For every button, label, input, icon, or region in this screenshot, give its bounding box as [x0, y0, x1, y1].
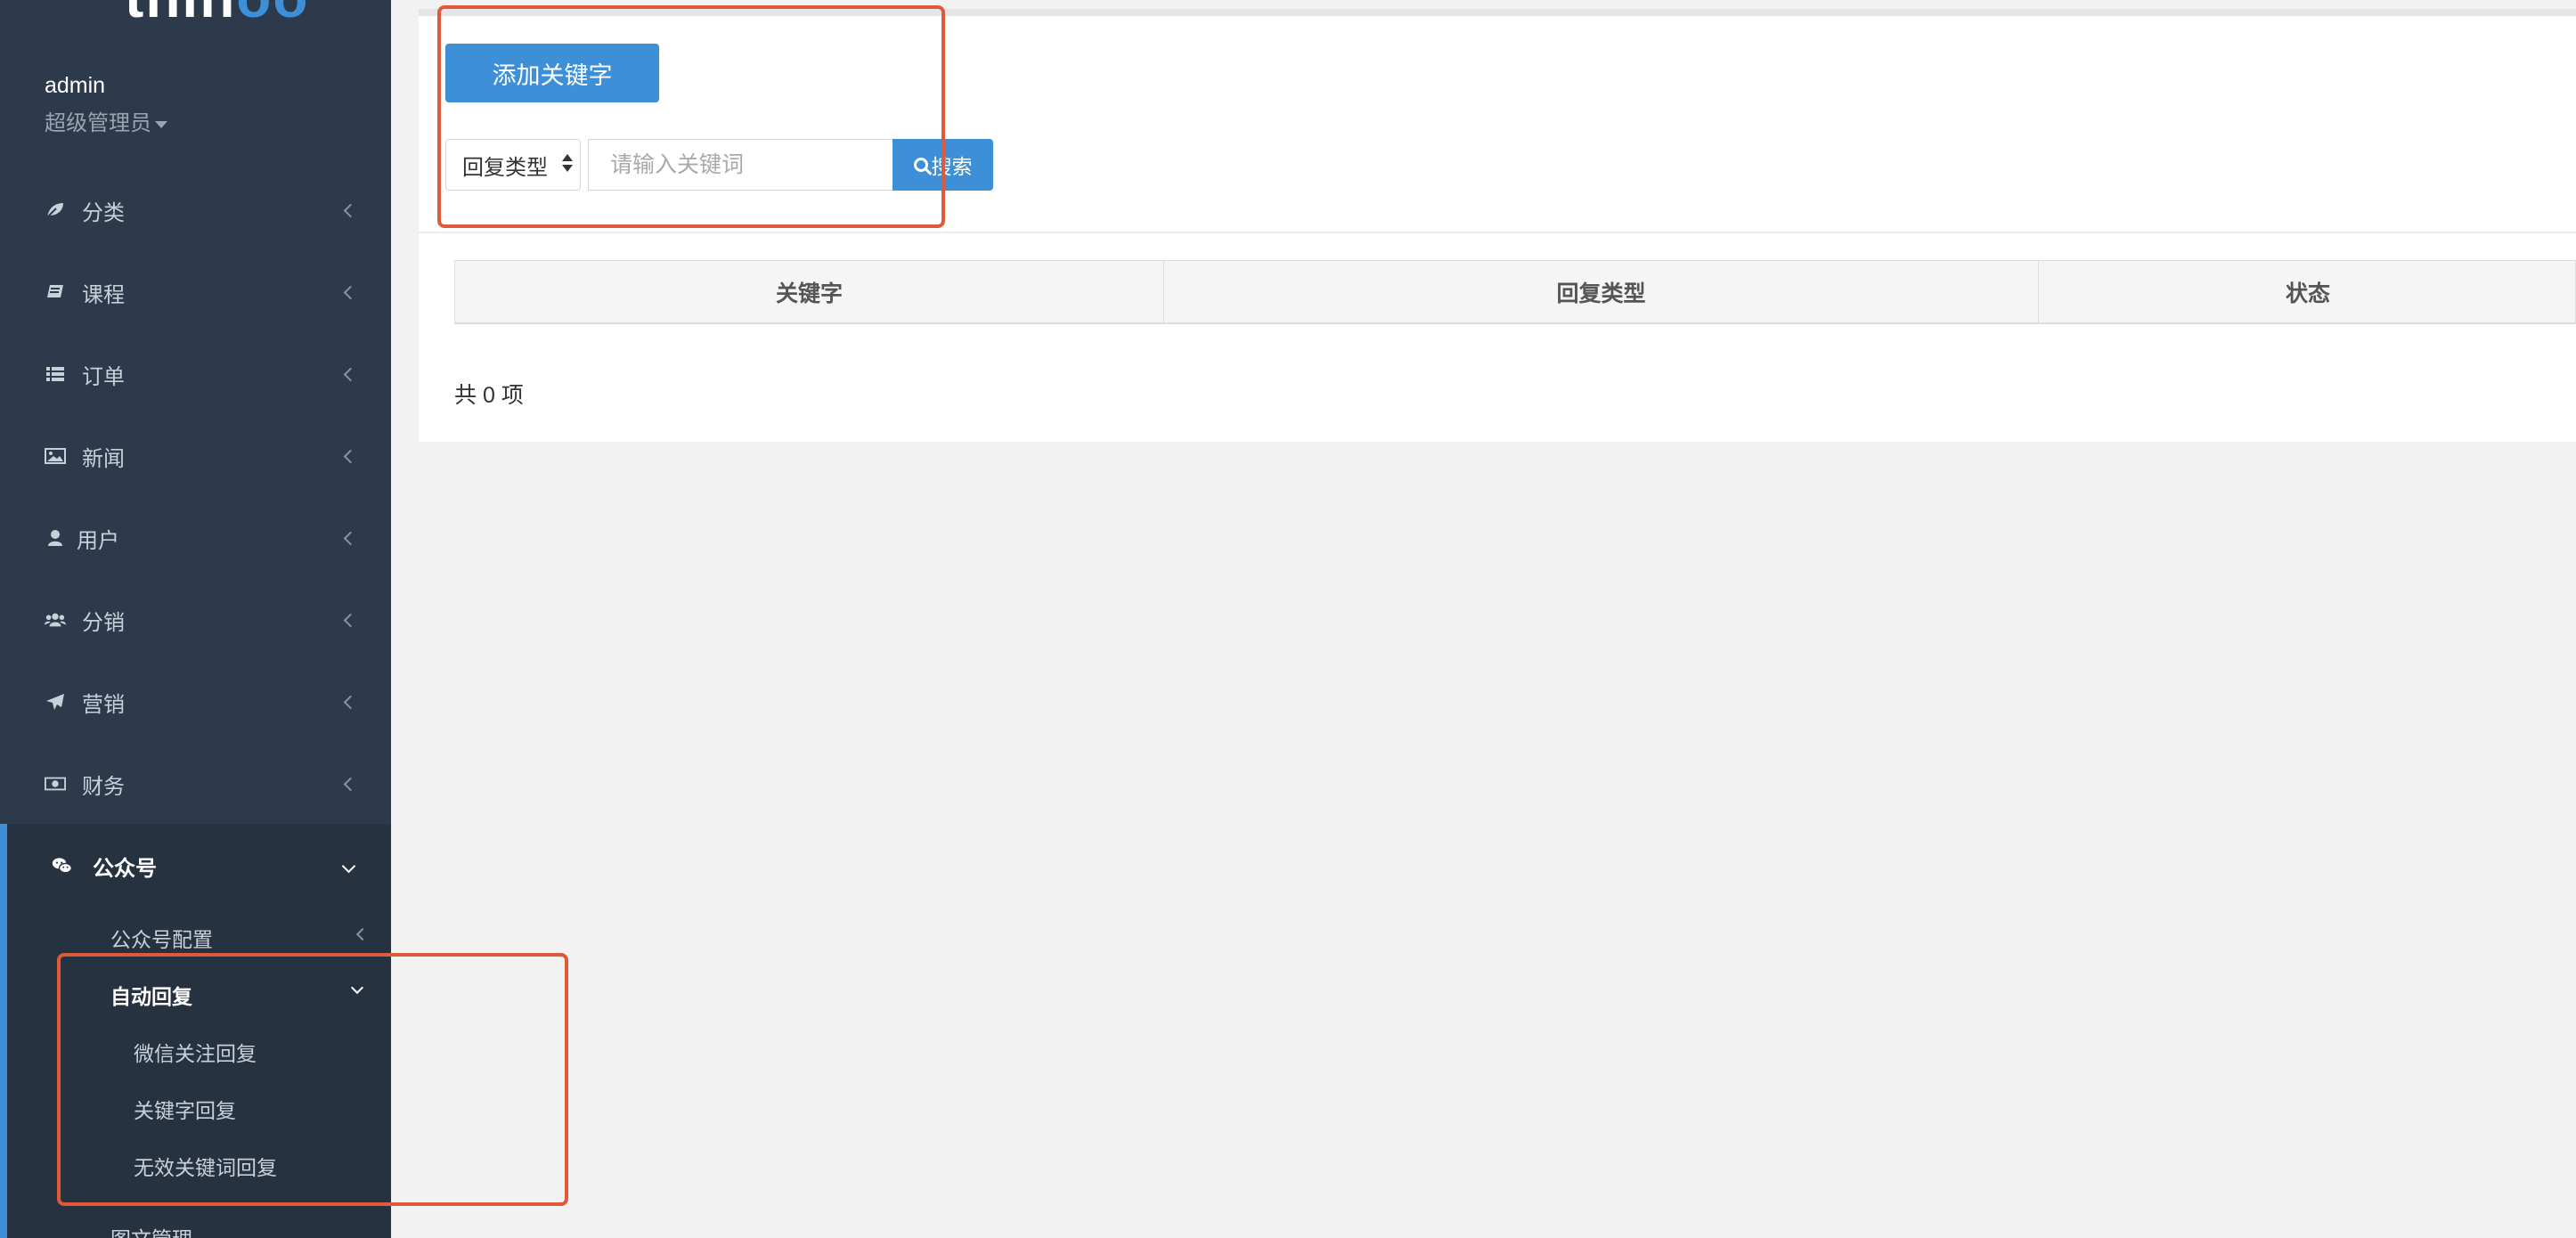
app-logo[interactable]: thinoo — [125, 0, 309, 30]
sidebar-item-label: 课程 — [82, 282, 125, 307]
column-header-reply-type[interactable]: 回复类型 — [1164, 261, 2039, 323]
chevron-left-icon — [343, 449, 358, 463]
sidebar-item-distribution[interactable]: 分销 — [0, 593, 391, 647]
user-icon — [45, 527, 66, 549]
sidebar-item-order[interactable]: 订单 — [0, 347, 391, 401]
search-icon — [913, 158, 928, 172]
sidebar-item-label: 财务 — [82, 774, 125, 799]
sidebar-subitem-articles[interactable]: 图文管理 — [110, 1222, 192, 1238]
sidebar-item-course[interactable]: 课程 — [0, 265, 391, 319]
sidebar-item-category[interactable]: 分类 — [0, 183, 391, 237]
select-arrows-icon — [562, 154, 573, 172]
sidebar-item-finance[interactable]: 财务 — [0, 757, 391, 810]
add-keyword-button[interactable]: 添加关键字 — [445, 44, 659, 102]
user-role-dropdown[interactable]: 超级管理员 — [45, 105, 167, 136]
image-icon — [45, 445, 66, 467]
keyword-search-input[interactable] — [588, 139, 893, 191]
search-button-label: 搜索 — [931, 155, 973, 178]
table-header: 关键字 回复类型 状态 — [454, 260, 2576, 324]
sidebar-subitem-wechat-config[interactable]: 公众号配置 — [110, 923, 213, 953]
users-icon — [45, 609, 66, 631]
chevron-left-icon — [343, 695, 358, 709]
column-header-keyword[interactable]: 关键字 — [455, 261, 1164, 323]
total-count: 共 0 项 — [454, 383, 524, 408]
paper-plane-icon — [45, 691, 66, 713]
reply-type-select[interactable]: 回复类型 — [445, 139, 581, 191]
sidebar-leaf-keyword-reply[interactable]: 关键字回复 — [134, 1094, 236, 1124]
sidebar-item-label: 公众号 — [93, 856, 157, 881]
sidebar-item-label: 营销 — [82, 692, 125, 717]
sidebar-item-label: 分销 — [82, 610, 125, 635]
sidebar-item-label: 订单 — [82, 364, 125, 389]
chevron-left-icon — [343, 613, 358, 627]
sidebar-leaf-follow-reply[interactable]: 微信关注回复 — [134, 1037, 257, 1067]
sidebar-item-news[interactable]: 新闻 — [0, 429, 391, 483]
leaf-icon — [45, 200, 66, 221]
sidebar-item-label: 分类 — [82, 200, 125, 225]
panel-divider — [419, 232, 2576, 233]
sidebar-item-user[interactable]: 用户 — [0, 511, 391, 565]
chevron-left-icon — [343, 367, 358, 381]
chevron-down-icon — [341, 859, 356, 873]
sidebar-item-label: 用户 — [77, 528, 119, 553]
user-name: admin — [45, 73, 106, 98]
search-button[interactable]: 搜索 — [893, 139, 993, 191]
wechat-icon — [52, 855, 73, 876]
column-header-status[interactable]: 状态 — [2039, 261, 2576, 323]
content-panel — [419, 16, 2576, 442]
chevron-left-icon — [343, 777, 358, 791]
chevron-left-icon — [343, 285, 358, 299]
sidebar-item-label: 新闻 — [82, 446, 125, 471]
reply-type-select-value: 回复类型 — [462, 155, 548, 180]
sidebar-item-marketing[interactable]: 营销 — [0, 675, 391, 729]
chevron-left-icon — [343, 531, 358, 545]
caret-down-icon — [155, 120, 167, 128]
list-icon — [45, 363, 66, 385]
money-icon — [45, 773, 66, 794]
book-icon — [45, 281, 66, 303]
sidebar-item-wechat[interactable]: 公众号 — [0, 839, 391, 892]
user-role-label: 超级管理员 — [45, 111, 151, 135]
sidebar: thinoo admin 超级管理员 分类 课程 订单 新闻 用户 分销 营销 — [0, 0, 391, 1238]
sidebar-subitem-auto-reply[interactable]: 自动回复 — [110, 980, 192, 1010]
sidebar-leaf-invalid-keyword-reply[interactable]: 无效关键词回复 — [134, 1151, 277, 1181]
top-strip — [419, 9, 2576, 16]
chevron-left-icon — [343, 203, 358, 217]
